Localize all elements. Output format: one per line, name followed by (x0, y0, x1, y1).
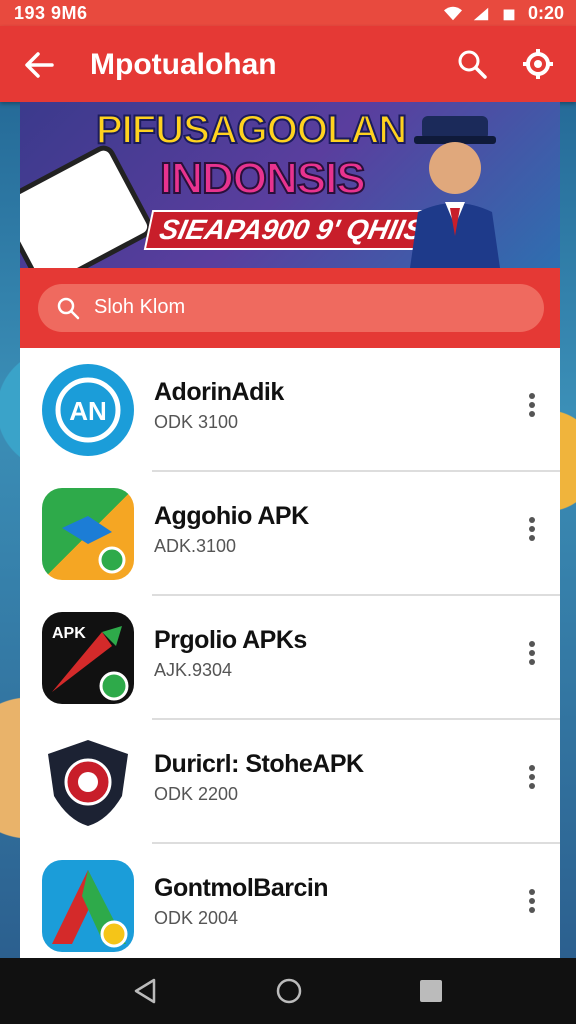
nav-back-icon[interactable] (130, 976, 160, 1006)
svg-text:AN: AN (69, 396, 107, 426)
search-icon (57, 297, 80, 320)
battery-icon (503, 9, 515, 20)
list-item[interactable]: Duricrl: StoheAPK ODK 2200 (20, 720, 560, 844)
officer-illustration (410, 116, 500, 268)
list-item[interactable]: AN AdorinAdik ODK 3100 (20, 348, 560, 472)
svg-text:APK: APK (52, 625, 86, 642)
search-icon[interactable] (456, 48, 488, 80)
item-name: Aggohio APK (154, 502, 309, 530)
item-name: Duricrl: StoheAPK (154, 750, 364, 778)
page-title: Mpotualohan (90, 48, 277, 81)
status-bar: 193 9M6 0:20 (0, 0, 576, 26)
status-left-text: 193 9M6 (14, 3, 88, 23)
item-subtitle: AJK.9304 (154, 660, 233, 680)
app-logo-icon: AN (42, 364, 134, 456)
nav-recents-icon[interactable] (418, 978, 444, 1004)
item-subtitle: ADK.3100 (154, 536, 237, 556)
search-panel: Sloh Klom (20, 268, 560, 348)
search-input[interactable]: Sloh Klom (38, 284, 544, 332)
wifi-icon (443, 6, 462, 20)
item-name: Prgolio APKs (154, 626, 307, 654)
app-logo-icon (42, 488, 134, 580)
app-logo-icon (42, 736, 134, 828)
more-options-icon[interactable] (520, 514, 544, 550)
item-name: GontmolBarcin (154, 874, 329, 902)
list-item[interactable]: Aggohio APK ADK.3100 (20, 472, 560, 596)
more-options-icon[interactable] (520, 762, 544, 798)
status-time: 0:20 (527, 3, 564, 23)
phone-illustration (20, 141, 157, 268)
banner-tagline: SIEAPA900 9' QHIIS (143, 210, 440, 250)
app-logo-icon (42, 860, 134, 952)
more-options-icon[interactable] (520, 638, 544, 674)
search-placeholder: Sloh Klom (94, 296, 186, 318)
item-subtitle: ODK 2200 (154, 784, 239, 804)
banner-subtitle: INDONSIS (159, 153, 367, 204)
app-bar: Mpotualohan (0, 26, 576, 102)
app-logo-icon: APK (42, 612, 134, 704)
banner-title: PIFUSAGOOLAN (95, 107, 408, 153)
item-subtitle: ODK 3100 (154, 412, 239, 432)
promo-banner[interactable]: PIFUSAGOOLAN INDONSIS SIEAPA900 9' QHIIS (20, 102, 560, 268)
arrow-left-icon[interactable] (22, 48, 56, 82)
item-subtitle: ODK 2004 (154, 908, 239, 928)
list-item[interactable]: APK Prgolio APKs AJK.9304 (20, 596, 560, 720)
app-list: AN AdorinAdik ODK 3100 Aggohio APK ADK.3… (20, 348, 560, 958)
system-nav-bar (0, 958, 576, 1024)
more-options-icon[interactable] (520, 390, 544, 426)
nav-home-icon[interactable] (274, 976, 304, 1006)
item-name: AdorinAdik (154, 378, 284, 406)
more-options-icon[interactable] (520, 886, 544, 922)
status-icons: 0:20 (443, 3, 564, 24)
gear-icon[interactable] (522, 48, 554, 80)
list-item[interactable]: GontmolBarcin ODK 2004 (20, 844, 560, 958)
signal-icon (473, 7, 489, 20)
